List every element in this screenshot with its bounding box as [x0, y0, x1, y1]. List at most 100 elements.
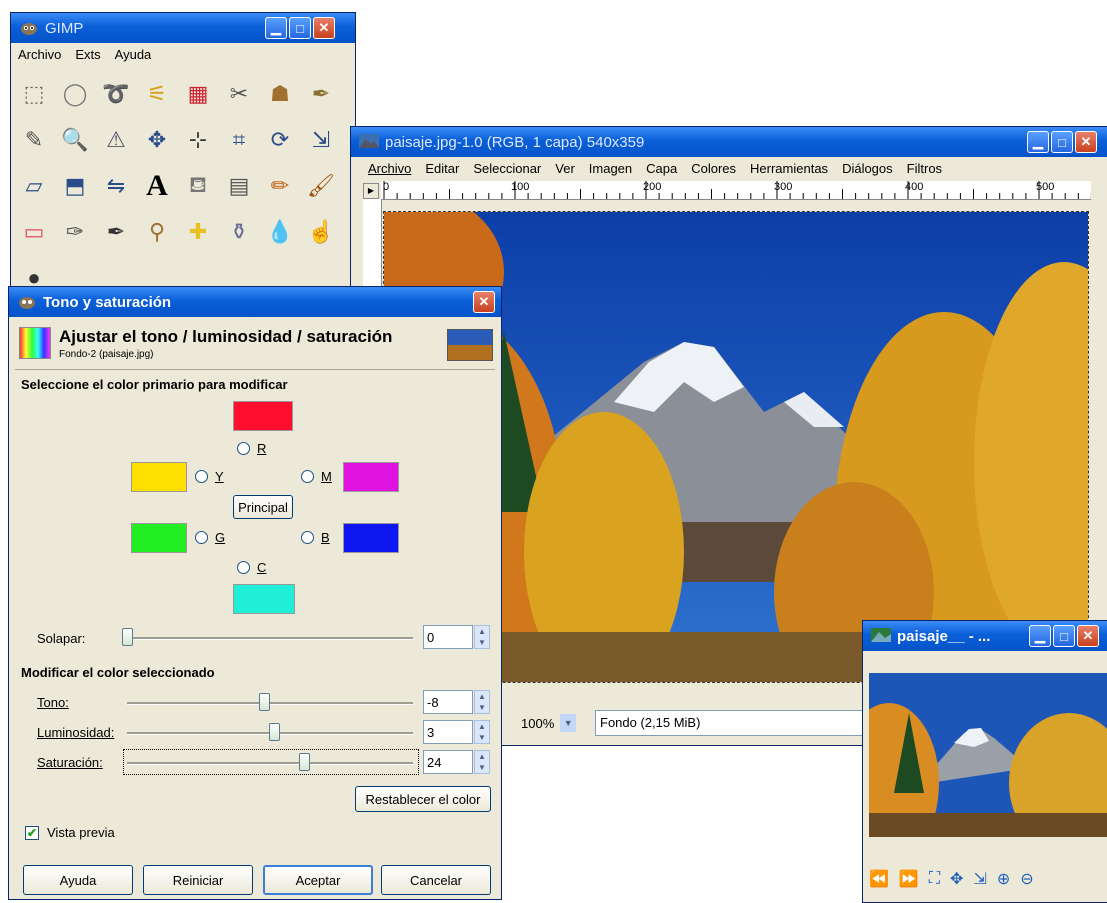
smudge-tool-icon[interactable]: ☝	[304, 215, 338, 249]
hue-spinner[interactable]: ▲ ▼	[474, 690, 490, 714]
shrink-wrap-icon[interactable]: ✥	[950, 869, 963, 889]
rotate-tool-icon[interactable]: ⟳	[263, 123, 297, 157]
rect-select-tool-icon[interactable]: ⬚	[17, 77, 51, 111]
chevron-down-icon[interactable]: ▼	[560, 714, 577, 732]
lightness-input[interactable]: 3	[423, 720, 473, 744]
menu-editar[interactable]: Editar	[418, 161, 466, 176]
saturation-track[interactable]	[127, 762, 413, 765]
overlap-spinner[interactable]: ▲ ▼	[474, 625, 490, 649]
flip-tool-icon[interactable]: ⇋	[99, 169, 133, 203]
toolbox-titlebar[interactable]: GIMP ▁ □ ✕	[11, 13, 355, 43]
maximize-button[interactable]: □	[289, 17, 311, 39]
navigate-previous-icon[interactable]: ⏪	[869, 869, 889, 889]
close-button[interactable]: ✕	[313, 17, 335, 39]
cancel-button[interactable]: Cancelar	[381, 865, 491, 895]
menu-seleccionar[interactable]: Seleccionar	[466, 161, 548, 176]
navigate-next-icon[interactable]: ⏩	[899, 869, 919, 889]
fuzzy-select-tool-icon[interactable]: ⚟	[140, 77, 174, 111]
text-tool-icon[interactable]: A	[140, 169, 174, 203]
menu-exts[interactable]: Exts	[68, 47, 107, 62]
hue-track[interactable]	[127, 702, 413, 705]
blur-tool-icon[interactable]: 💧	[263, 215, 297, 249]
zoom-in-icon[interactable]: ⊕	[997, 869, 1010, 889]
bucket-fill-tool-icon[interactable]: ⛾	[181, 169, 215, 203]
preview-checkbox[interactable]: ✔	[25, 826, 39, 840]
menu-capa[interactable]: Capa	[639, 161, 684, 176]
move-tool-icon[interactable]: ✥	[140, 123, 174, 157]
free-select-tool-icon[interactable]: ➰	[99, 77, 133, 111]
ellipse-select-tool-icon[interactable]: ◯	[58, 77, 92, 111]
menu-ayuda[interactable]: Ayuda	[108, 47, 159, 62]
color-select-tool-icon[interactable]: ▦	[181, 77, 215, 111]
hue-input[interactable]: -8	[423, 690, 473, 714]
measure-tool-icon[interactable]: ⚠	[99, 123, 133, 157]
principal-button[interactable]: Principal	[233, 495, 293, 519]
menu-herramientas[interactable]: Herramientas	[743, 161, 835, 176]
maximize-button[interactable]: □	[1053, 625, 1075, 647]
minimize-button[interactable]: ▁	[265, 17, 287, 39]
scale-tool-icon[interactable]: ⇲	[304, 123, 338, 157]
saturation-spinner[interactable]: ▲ ▼	[474, 750, 490, 774]
foreground-select-tool-icon[interactable]: ☗	[263, 77, 297, 111]
radio-magenta[interactable]	[301, 470, 314, 483]
menu-dialogos[interactable]: Diálogos	[835, 161, 900, 176]
lightness-spinner[interactable]: ▲ ▼	[474, 720, 490, 744]
scissors-tool-icon[interactable]: ✂	[222, 77, 256, 111]
heal-tool-icon[interactable]: ✚	[181, 215, 215, 249]
paintbrush-tool-icon[interactable]: 🖌	[304, 169, 338, 203]
zoom-tool-icon[interactable]: 🔍	[58, 123, 92, 157]
ruler-corner-button[interactable]: ▶	[363, 183, 379, 199]
hue-value: -8	[427, 695, 439, 710]
lightness-slider[interactable]	[269, 723, 281, 741]
radio-green[interactable]	[195, 531, 208, 544]
zoom-out-icon[interactable]: ⊖	[1020, 869, 1033, 889]
blend-tool-icon[interactable]: ▤	[222, 169, 256, 203]
menu-archivo[interactable]: Archivo	[11, 47, 68, 62]
horizontal-ruler[interactable]: 0 100 200 300 400 500	[381, 181, 1091, 200]
menu-imagen[interactable]: Imagen	[582, 161, 639, 176]
paths-tool-icon[interactable]: ✒	[304, 77, 338, 111]
navigator-titlebar[interactable]: paisaje__ - ... ▁ □ ✕	[863, 621, 1107, 651]
fit-window-icon[interactable]: ⛶	[929, 870, 940, 888]
color-picker-tool-icon[interactable]: ✎	[17, 123, 51, 157]
menu-filtros[interactable]: Filtros	[900, 161, 949, 176]
pencil-tool-icon[interactable]: ✏	[263, 169, 297, 203]
zoom-fit-icon[interactable]: ⇲	[973, 869, 986, 889]
overlap-input[interactable]: 0	[423, 625, 473, 649]
image-titlebar[interactable]: paisaje.jpg-1.0 (RGB, 1 capa) 540x359 ▁ …	[351, 127, 1107, 157]
menu-colores[interactable]: Colores	[684, 161, 743, 176]
clone-tool-icon[interactable]: ⚲	[140, 215, 174, 249]
navigator-preview[interactable]	[869, 673, 1107, 837]
radio-red[interactable]	[237, 442, 250, 455]
dialog-titlebar[interactable]: Tono y saturación ✕	[9, 287, 501, 317]
overlap-track[interactable]	[127, 637, 413, 640]
radio-blue[interactable]	[301, 531, 314, 544]
hue-slider[interactable]	[258, 693, 270, 711]
close-button[interactable]: ✕	[1075, 131, 1097, 153]
radio-yellow[interactable]	[195, 470, 208, 483]
menu-ver[interactable]: Ver	[548, 161, 582, 176]
shear-tool-icon[interactable]: ▱	[17, 169, 51, 203]
zoom-combo[interactable]: 100% ▼	[521, 711, 587, 735]
saturation-slider[interactable]	[299, 753, 311, 771]
radio-cyan[interactable]	[237, 561, 250, 574]
crop-tool-icon[interactable]: ⌗	[222, 123, 256, 157]
maximize-button[interactable]: □	[1051, 131, 1073, 153]
menu-archivo[interactable]: Archivo	[361, 161, 418, 176]
perspective-tool-icon[interactable]: ⬒	[58, 169, 92, 203]
minimize-button[interactable]: ▁	[1029, 625, 1051, 647]
saturation-input[interactable]: 24	[423, 750, 473, 774]
ok-button[interactable]: Aceptar	[263, 865, 373, 895]
close-button[interactable]: ✕	[473, 291, 495, 313]
reset-color-button[interactable]: Restablecer el color	[355, 786, 491, 812]
reset-button[interactable]: Reiniciar	[143, 865, 253, 895]
ink-tool-icon[interactable]: ✒	[99, 215, 133, 249]
align-tool-icon[interactable]: ⊹	[181, 123, 215, 157]
overlap-slider[interactable]	[122, 628, 133, 646]
minimize-button[interactable]: ▁	[1027, 131, 1049, 153]
close-button[interactable]: ✕	[1077, 625, 1099, 647]
help-button[interactable]: Ayuda	[23, 865, 133, 895]
eraser-tool-icon[interactable]: ▭	[17, 215, 51, 249]
perspective-clone-tool-icon[interactable]: ⚱	[222, 215, 256, 249]
airbrush-tool-icon[interactable]: ✑	[58, 215, 92, 249]
